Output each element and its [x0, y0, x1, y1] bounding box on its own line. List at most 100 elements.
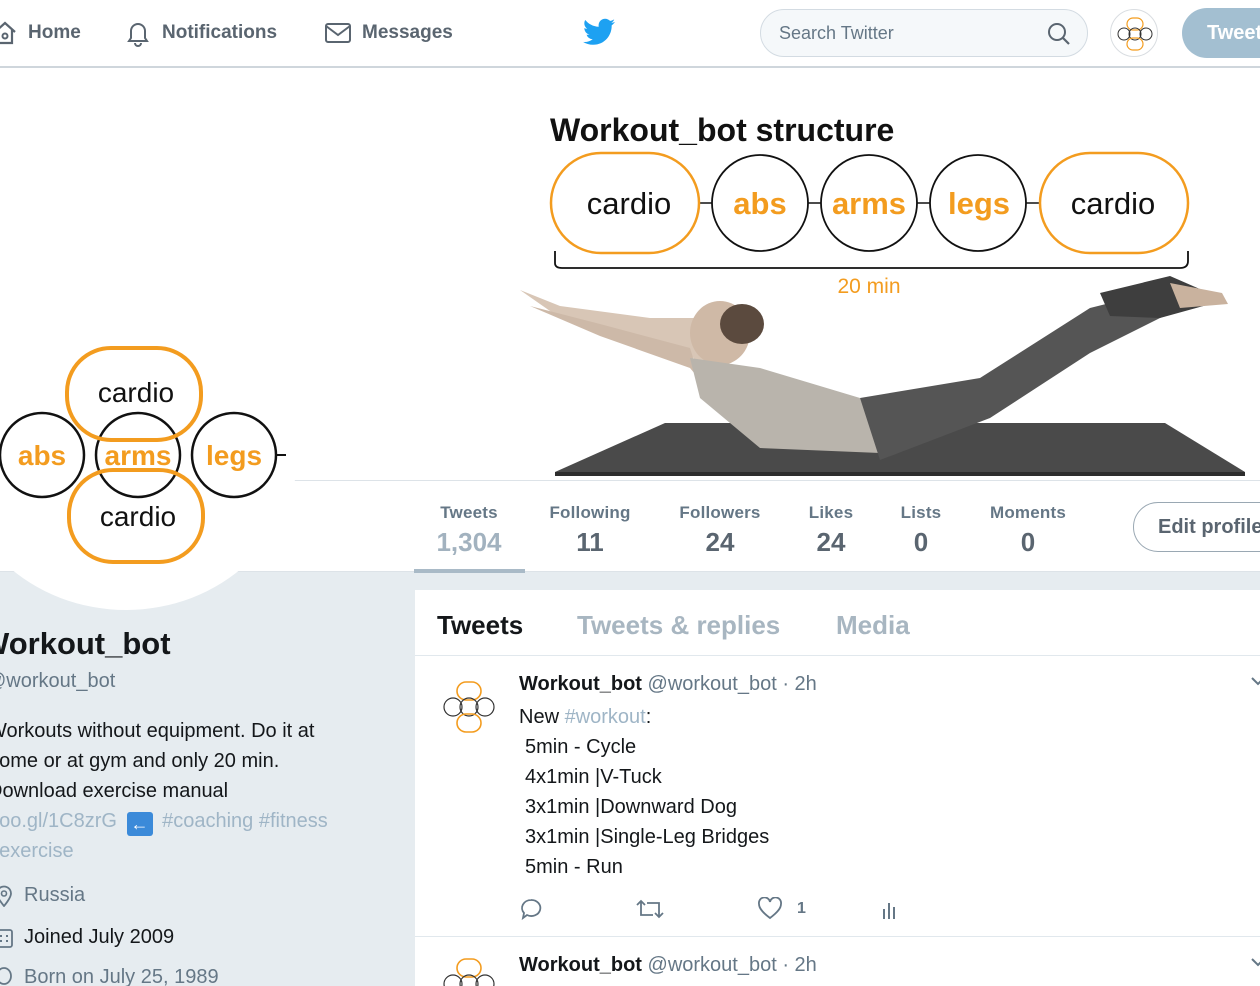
- avatar-label-center: arms: [105, 440, 172, 471]
- stat-following[interactable]: Following 11: [540, 481, 640, 572]
- tweet-line: 4x1min |V-Tuck: [525, 766, 662, 788]
- stat-lists[interactable]: Lists 0: [890, 481, 952, 572]
- bio-line: home or at gym and only 20 min.: [0, 750, 280, 772]
- tweet-header: Workout_bot @workout_bot · 2h: [519, 954, 817, 977]
- chevron-down-icon[interactable]: [1250, 956, 1260, 968]
- stat-following-value: 11: [576, 527, 604, 557]
- nav-avatar[interactable]: [1110, 9, 1158, 57]
- mini-logo-icon: [443, 681, 495, 733]
- tweet-author-handle[interactable]: @workout_bot · 2h: [648, 954, 817, 976]
- stat-tweets-label: Tweets: [440, 503, 498, 522]
- bio-hashtag-exercise[interactable]: #exercise: [0, 836, 408, 866]
- stat-followers[interactable]: Followers 24: [668, 481, 772, 572]
- location-text: Russia: [24, 884, 86, 906]
- timeline: Tweets Tweets & replies Media Workout_bo…: [415, 590, 1260, 986]
- stat-tweets[interactable]: Tweets 1,304: [420, 481, 518, 572]
- banner-label-cardio-2: cardio: [1071, 186, 1155, 221]
- nav-notifications[interactable]: Notifications: [124, 0, 277, 66]
- tweet-line: 3x1min |Single-Leg Bridges: [525, 826, 770, 848]
- twitter-bird-icon[interactable]: [583, 18, 615, 46]
- avatar-label-bottom: cardio: [100, 501, 176, 532]
- profile-birthday: Born on July 25, 1989: [0, 966, 219, 986]
- stat-moments[interactable]: Moments 0: [980, 481, 1076, 572]
- avatar-label-right: legs: [206, 440, 262, 471]
- home-icon: [0, 21, 16, 45]
- banner-label-legs: legs: [948, 186, 1010, 221]
- balloon-icon: [0, 966, 12, 985]
- stat-moments-value: 0: [1020, 527, 1036, 557]
- calendar-icon: [0, 928, 13, 948]
- nav-messages[interactable]: Messages: [324, 0, 453, 66]
- profile-joined: Joined July 2009: [0, 926, 174, 949]
- stat-followers-value: 24: [705, 527, 735, 557]
- timeline-tabs: Tweets Tweets & replies Media: [415, 590, 1260, 656]
- profile-location: Russia: [0, 884, 85, 907]
- stat-moments-label: Moments: [989, 503, 1067, 522]
- tab-tweets[interactable]: Tweets: [437, 610, 523, 641]
- search-input[interactable]: [779, 10, 1039, 56]
- profile-name[interactable]: Workout_bot: [0, 626, 171, 662]
- tweet-line: 5min - Run: [525, 856, 623, 878]
- stat-lists-label: Lists: [900, 503, 942, 522]
- profile-bio: Workouts without equipment. Do it at hom…: [0, 716, 408, 866]
- nav-home-label: Home: [28, 22, 81, 43]
- edit-profile-button[interactable]: Edit profile: [1133, 502, 1260, 552]
- tweet-button[interactable]: Tweet: [1182, 8, 1260, 58]
- analytics-button[interactable]: [879, 897, 903, 921]
- bio-line: Download exercise manual: [0, 780, 229, 802]
- search-box: [760, 9, 1088, 57]
- bio-link[interactable]: goo.gl/1C8zrG: [0, 810, 117, 832]
- heart-icon: [758, 897, 782, 920]
- banner-label-abs: abs: [733, 186, 786, 221]
- top-nav-bar: Home Notifications Messages Tweet: [0, 0, 1260, 68]
- banner-label-cardio-1: cardio: [587, 186, 671, 221]
- stat-followers-label: Followers: [679, 503, 761, 522]
- banner-duration: 20 min: [837, 275, 900, 298]
- tweet-line: 5min - Cycle: [525, 736, 637, 758]
- tab-tweets-replies[interactable]: Tweets & replies: [577, 610, 780, 641]
- stat-likes[interactable]: Likes 24: [796, 481, 866, 572]
- nav-home[interactable]: Home: [0, 0, 81, 66]
- tweet-hashtag[interactable]: #workout: [565, 706, 646, 728]
- retweet-icon: [636, 899, 664, 919]
- joined-text: Joined July 2009: [24, 926, 175, 948]
- tweet-item[interactable]: Workout_bot @workout_bot · 2h: [415, 938, 1260, 986]
- tweet-author-name[interactable]: Workout_bot: [519, 954, 642, 976]
- tweet-author-handle[interactable]: @workout_bot · 2h: [648, 673, 817, 695]
- tweet-line: New #workout:: [519, 706, 652, 728]
- reply-button[interactable]: [519, 897, 543, 921]
- tab-media[interactable]: Media: [836, 610, 910, 641]
- bio-hashtags[interactable]: #coaching #fitness: [162, 810, 328, 832]
- tweet-line: 3x1min |Downward Dog: [525, 796, 737, 818]
- stat-following-label: Following: [549, 503, 631, 522]
- tweet-author-name[interactable]: Workout_bot: [519, 673, 642, 695]
- search-icon[interactable]: [1047, 22, 1071, 46]
- tweet-text: New #workout: 5min - Cycle 4x1min |V-Tuc…: [519, 702, 769, 882]
- nav-notifications-label: Notifications: [162, 22, 278, 43]
- tweet-avatar[interactable]: [433, 948, 505, 986]
- chevron-down-icon[interactable]: [1250, 675, 1260, 687]
- avatar-label-left: abs: [18, 440, 66, 471]
- stat-tweets-value: 1,304: [436, 527, 502, 557]
- bell-icon: [127, 23, 149, 47]
- mini-logo-icon: [1117, 17, 1153, 51]
- like-button[interactable]: 1: [757, 897, 806, 921]
- tweet-avatar[interactable]: [433, 671, 505, 743]
- reply-icon: [521, 899, 542, 921]
- bio-line: Workouts without equipment. Do it at: [0, 720, 315, 742]
- nav-messages-label: Messages: [362, 22, 453, 43]
- bio-line-links: goo.gl/1C8zrG ← #coaching #fitness: [0, 806, 408, 836]
- born-text: Born on July 25, 1989: [24, 966, 219, 986]
- like-count: 1: [797, 900, 806, 917]
- tweet-item[interactable]: Workout_bot @workout_bot · 2h New #worko…: [415, 657, 1260, 937]
- avatar-label-top: cardio: [98, 377, 174, 408]
- location-pin-icon: [0, 885, 12, 907]
- tweet-header: Workout_bot @workout_bot · 2h: [519, 673, 817, 696]
- banner-title: Workout_bot structure: [550, 112, 894, 148]
- stat-likes-label: Likes: [808, 503, 854, 522]
- active-stat-underline: [414, 569, 525, 573]
- profile-handle[interactable]: @workout_bot: [0, 670, 115, 693]
- analytics-icon: [883, 903, 895, 919]
- stat-lists-value: 0: [913, 527, 929, 557]
- retweet-button[interactable]: [635, 897, 665, 921]
